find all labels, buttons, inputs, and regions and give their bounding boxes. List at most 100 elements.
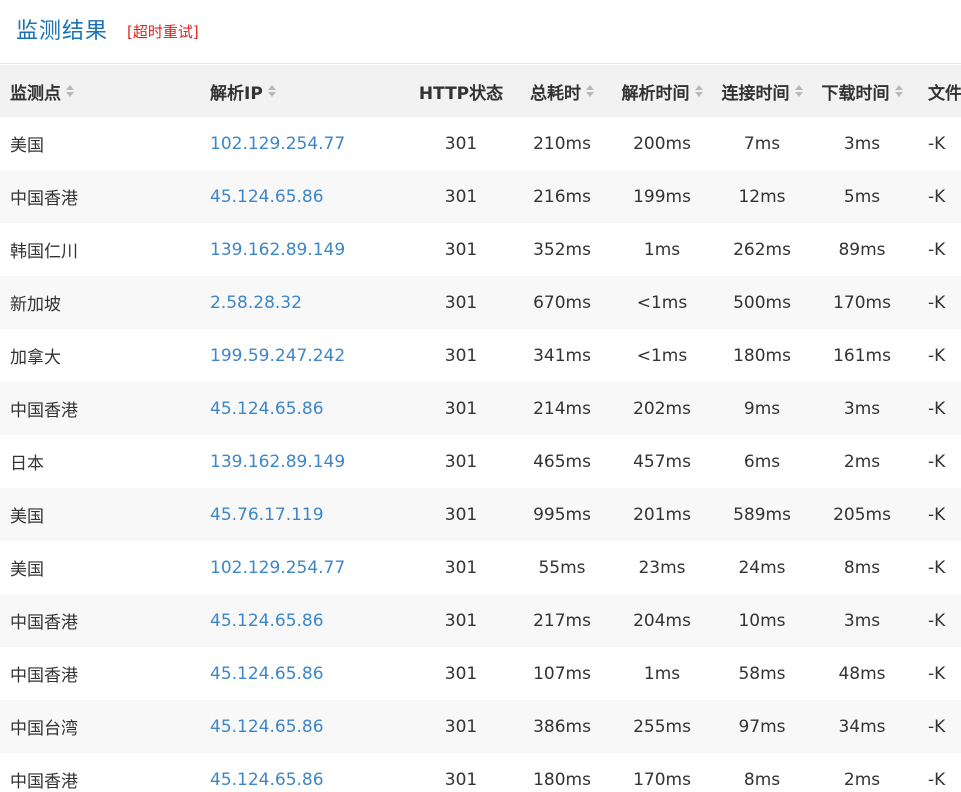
cell-dns-time-text: 199ms (633, 186, 691, 207)
cell-dns-time: <1ms (612, 276, 712, 329)
ip-link[interactable]: 45.124.65.86 (210, 770, 324, 790)
cell-connect-time: 500ms (712, 276, 812, 329)
table-row: 加拿大 199.59.247.242 301 341ms <1ms 180ms 161ms -… (0, 329, 961, 382)
cell-file-size: -K (928, 329, 961, 382)
ip-link[interactable]: 45.124.65.86 (210, 611, 324, 631)
ip-link[interactable]: 102.129.254.77 (210, 134, 345, 154)
column-header-connect[interactable]: 连接时间 (712, 65, 812, 117)
ip-link[interactable]: 102.129.254.77 (210, 558, 345, 578)
cell-dns-time: 255ms (612, 700, 712, 753)
table-row: 韩国仁川 139.162.89.149 301 352ms 1ms 262ms 89ms -K (0, 223, 961, 276)
sort-icon[interactable] (267, 84, 276, 98)
cell-node: 中国香港 (10, 753, 200, 792)
ip-link[interactable]: 199.59.247.242 (210, 346, 345, 366)
cell-total-time: 352ms (512, 223, 612, 276)
cell-node-text: 美国 (10, 507, 44, 527)
cell-node-text: 日本 (10, 454, 44, 474)
cell-download-time-text: 205ms (833, 504, 891, 525)
cell-file-size: -K (928, 170, 961, 223)
ip-link[interactable]: 45.124.65.86 (210, 664, 324, 684)
cell-total-time-text: 465ms (533, 451, 591, 472)
table-row: 中国香港 45.124.65.86 301 180ms 170ms 8ms 2ms -K (0, 753, 961, 792)
ip-link[interactable]: 45.124.65.86 (210, 187, 324, 207)
cell-download-time-text: 34ms (838, 716, 886, 737)
cell-connect-time: 262ms (712, 223, 812, 276)
cell-http-status: 301 (410, 647, 512, 700)
cell-node-text: 美国 (10, 560, 44, 580)
cell-file-size-text: -K (928, 292, 946, 313)
cell-dns-time-text: 255ms (633, 716, 691, 737)
cell-download-time: 5ms (812, 170, 912, 223)
cell-connect-time: 180ms (712, 329, 812, 382)
cell-download-time-text: 3ms (843, 133, 881, 154)
column-header-file: 文件 (928, 65, 961, 117)
cell-dns-time: 1ms (612, 223, 712, 276)
cell-ip: 45.124.65.86 (210, 170, 400, 223)
ip-link[interactable]: 45.76.17.119 (210, 505, 324, 525)
ip-link[interactable]: 139.162.89.149 (210, 240, 345, 260)
cell-file-size: -K (928, 700, 961, 753)
column-header-total[interactable]: 总耗时 (512, 65, 612, 117)
sort-icon[interactable] (66, 84, 74, 98)
cell-node-text: 美国 (10, 136, 44, 156)
cell-download-time-text: 48ms (838, 663, 886, 684)
cell-total-time: 341ms (512, 329, 612, 382)
cell-ip: 139.162.89.149 (210, 223, 400, 276)
cell-http-status-text: 301 (444, 504, 478, 525)
cell-http-status-text: 301 (444, 451, 478, 472)
cell-file-size: -K (928, 435, 961, 488)
cell-node: 中国香港 (10, 594, 200, 647)
cell-file-size: -K (928, 488, 961, 541)
cell-download-time-text: 89ms (838, 239, 886, 260)
sort-icon[interactable] (586, 84, 594, 98)
cell-total-time: 210ms (512, 117, 612, 170)
timeout-retry-link[interactable]: [超时重试] (127, 22, 199, 42)
cell-download-time-text: 2ms (843, 451, 881, 472)
ip-link[interactable]: 139.162.89.149 (210, 452, 345, 472)
cell-node-text: 加拿大 (10, 348, 61, 368)
cell-file-size: -K (928, 382, 961, 435)
cell-dns-time-text: <1ms (636, 292, 688, 313)
cell-connect-time: 58ms (712, 647, 812, 700)
cell-connect-time-text: 6ms (743, 451, 781, 472)
cell-total-time: 55ms (512, 541, 612, 594)
cell-dns-time-text: 457ms (633, 451, 691, 472)
sort-icon[interactable] (794, 84, 803, 98)
cell-node-text: 中国香港 (10, 666, 78, 686)
cell-node-text: 中国香港 (10, 613, 78, 633)
cell-dns-time: 200ms (612, 117, 712, 170)
column-header-dns[interactable]: 解析时间 (612, 65, 712, 117)
cell-total-time: 180ms (512, 753, 612, 792)
cell-http-status: 301 (410, 223, 512, 276)
cell-http-status-text: 301 (444, 133, 478, 154)
sort-icon[interactable] (694, 84, 703, 98)
column-header-download[interactable]: 下载时间 (812, 65, 912, 117)
cell-file-size: -K (928, 117, 961, 170)
cell-http-status-text: 301 (444, 557, 478, 578)
cell-file-size-text: -K (928, 133, 946, 154)
cell-http-status-text: 301 (444, 769, 478, 790)
cell-node: 中国香港 (10, 647, 200, 700)
ip-link[interactable]: 45.124.65.86 (210, 717, 324, 737)
cell-dns-time: 204ms (612, 594, 712, 647)
column-header-download-label: 下载时间 (821, 83, 890, 104)
table-row: 美国 45.76.17.119 301 995ms 201ms 589ms 205ms -K (0, 488, 961, 541)
cell-node: 美国 (10, 488, 200, 541)
sort-icon[interactable] (894, 84, 903, 98)
cell-download-time: 2ms (812, 753, 912, 792)
cell-total-time: 670ms (512, 276, 612, 329)
column-header-node[interactable]: 监测点 (10, 65, 200, 117)
ip-link[interactable]: 2.58.28.32 (210, 293, 302, 313)
cell-ip: 45.124.65.86 (210, 700, 400, 753)
cell-ip: 139.162.89.149 (210, 435, 400, 488)
cell-http-status-text: 301 (444, 292, 478, 313)
table-row: 美国 102.129.254.77 301 55ms 23ms 24ms 8ms -K (0, 541, 961, 594)
cell-http-status-text: 301 (444, 345, 478, 366)
cell-http-status: 301 (410, 382, 512, 435)
cell-total-time-text: 217ms (533, 610, 591, 631)
ip-link[interactable]: 45.124.65.86 (210, 399, 324, 419)
cell-download-time: 3ms (812, 382, 912, 435)
cell-node: 美国 (10, 541, 200, 594)
cell-http-status-text: 301 (444, 186, 478, 207)
column-header-ip[interactable]: 解析IP (210, 65, 400, 117)
